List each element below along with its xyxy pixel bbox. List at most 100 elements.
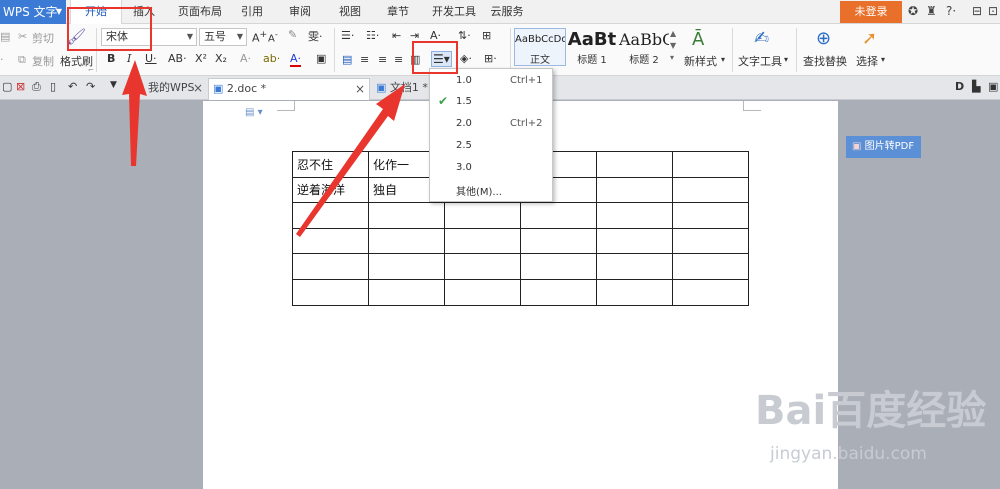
line-spacing-option[interactable]: 其他(M)... [430, 179, 552, 200]
line-spacing-option[interactable]: 2.5 [430, 136, 552, 157]
table-cell[interactable] [444, 202, 521, 229]
wps-app-menu-button[interactable]: WPS 文字 ▼ [0, 0, 66, 24]
paste-icon[interactable]: ▤ [0, 30, 10, 43]
tab-view[interactable]: 视图 [332, 0, 368, 24]
clipboard-launcher-icon[interactable]: ⌐ [88, 66, 94, 74]
table-cell[interactable] [596, 278, 673, 306]
table-cell[interactable] [292, 227, 369, 255]
new-doc-icon[interactable]: ▢ [2, 80, 12, 93]
tab-review[interactable]: 审阅 [282, 0, 318, 24]
table-cell[interactable]: 忍不住 [292, 151, 369, 178]
login-button[interactable]: 未登录 [840, 1, 902, 23]
text-tools-button[interactable]: 文字工具 [738, 53, 782, 69]
paste-options-icon[interactable]: ▤ ▾ [245, 107, 263, 118]
font-size-select[interactable]: 五号 ▼ [199, 28, 247, 46]
tab-references[interactable]: 引用 [234, 0, 270, 24]
new-style-button[interactable]: 新样式 [684, 53, 717, 69]
copy-button-label[interactable]: 复制 [32, 53, 54, 69]
table-cell[interactable] [596, 176, 673, 204]
table-cell[interactable] [368, 278, 445, 306]
style-heading-2[interactable]: AaBbC 标题 2 [618, 28, 670, 66]
table-cell[interactable] [672, 253, 749, 280]
skin-icon[interactable]: ✪ [908, 4, 918, 18]
table-cell[interactable] [672, 151, 749, 178]
show-marks-icon[interactable]: ⊞ [482, 29, 491, 42]
chevron-down-icon[interactable]: ▼ [110, 80, 117, 90]
line-spacing-option[interactable]: 1.0 Ctrl+1 [430, 71, 552, 92]
find-replace-icon[interactable]: ⊕ [816, 28, 831, 49]
select-cursor-icon[interactable]: ➚ [862, 28, 877, 49]
table-cell[interactable] [596, 227, 673, 255]
shading-icon[interactable]: ◈· [460, 52, 472, 65]
help-icon[interactable]: ?· [946, 4, 956, 18]
decrease-indent-icon[interactable]: ⇤ [392, 29, 401, 42]
cut-icon[interactable]: ✂ [18, 30, 27, 43]
shirt-icon[interactable]: ♜ [926, 4, 937, 18]
phonetic-icon[interactable]: 雯· [308, 28, 323, 44]
tab-developer[interactable]: 开发工具 [428, 0, 480, 24]
table-cell[interactable] [672, 202, 749, 229]
align-center-icon[interactable]: ≡ [360, 53, 369, 66]
minimize-icon[interactable]: ⊟ [972, 4, 982, 18]
select-button[interactable]: 选择 [856, 53, 878, 69]
line-spacing-option[interactable]: ✔ 1.5 [430, 92, 552, 113]
table-cell[interactable] [292, 253, 369, 280]
text-tools-icon[interactable]: ✍ [754, 28, 769, 49]
table-cell[interactable] [368, 253, 445, 280]
table-cell[interactable] [292, 202, 369, 229]
table-cell[interactable] [672, 278, 749, 306]
sort-icon[interactable]: ⇅· [458, 29, 471, 42]
char-shading-icon[interactable]: ▣ [316, 52, 326, 65]
pdf-export-icon[interactable]: ⊠ [16, 80, 25, 93]
tab-cloud[interactable]: 云服务 [486, 0, 528, 24]
underline-icon[interactable]: U· [145, 52, 157, 65]
copy-icon[interactable]: ⧉ [18, 53, 26, 67]
text-effect-icon[interactable]: A· [240, 52, 251, 65]
tab-doc-1[interactable]: ▣ 文档1 * [372, 78, 432, 100]
italic-icon[interactable]: I [127, 52, 131, 65]
numbered-list-icon[interactable]: ☷· [366, 29, 379, 42]
table-cell[interactable] [596, 202, 673, 229]
style-heading-1[interactable]: AaBt 标题 1 [566, 28, 618, 66]
style-normal[interactable]: AaBbCcDd 正文 [514, 28, 566, 66]
undo-icon[interactable]: ↶ [68, 80, 77, 93]
highlight-color-icon[interactable]: ab· [263, 52, 280, 65]
table-cell[interactable] [444, 253, 521, 280]
bold-icon[interactable]: B [107, 52, 115, 65]
table-cell[interactable] [672, 176, 749, 204]
paste-menu-caret[interactable]: · [0, 53, 4, 66]
table-cell[interactable]: 逆着海洋 [292, 176, 369, 204]
find-replace-button[interactable]: 查找替换 [803, 53, 847, 69]
table-cell[interactable] [672, 227, 749, 255]
tab-page-layout[interactable]: 页面布局 [172, 0, 228, 24]
table-cell[interactable] [444, 227, 521, 255]
tab-2-doc[interactable]: ▣ 2.doc * × [208, 78, 370, 100]
styles-scroll-icon[interactable]: ▲ ▼ ▾ [670, 28, 676, 64]
print-icon[interactable]: ⎙ [32, 80, 41, 94]
layout-icon[interactable]: ▙ [972, 80, 980, 93]
image-to-pdf-button[interactable]: ▣ 图片转PDF [846, 136, 921, 158]
close-icon[interactable]: × [355, 79, 365, 99]
grow-font-icon[interactable]: A+ [252, 29, 267, 45]
bullet-list-icon[interactable]: ☰· [341, 29, 354, 42]
tab-my-wps[interactable]: 我的WPS × [130, 78, 206, 100]
cut-button-label[interactable]: 剪切 [32, 30, 54, 46]
table-cell[interactable] [596, 253, 673, 280]
font-color-icon[interactable]: A· [290, 52, 302, 67]
superscript-icon[interactable]: X² [195, 52, 207, 65]
redo-icon[interactable]: ↷ [86, 80, 95, 93]
strikethrough-icon[interactable]: AB· [168, 52, 187, 65]
align-left-icon[interactable]: ▤ [342, 53, 352, 66]
table-cell[interactable] [292, 278, 369, 306]
line-spacing-option[interactable]: 2.0 Ctrl+2 [430, 114, 552, 135]
table-cell[interactable] [444, 278, 521, 306]
tab-chapter[interactable]: 章节 [380, 0, 416, 24]
print-preview-icon[interactable]: ▯ [50, 80, 56, 93]
borders-icon[interactable]: ⊞· [484, 52, 497, 65]
shrink-font-icon[interactable]: A- [268, 29, 278, 44]
more-icon[interactable]: ▣ [988, 80, 998, 93]
align-right-icon[interactable]: ≡ [378, 53, 387, 66]
table-cell[interactable] [368, 227, 445, 255]
table-cell[interactable] [520, 227, 597, 255]
table-cell[interactable] [520, 253, 597, 280]
